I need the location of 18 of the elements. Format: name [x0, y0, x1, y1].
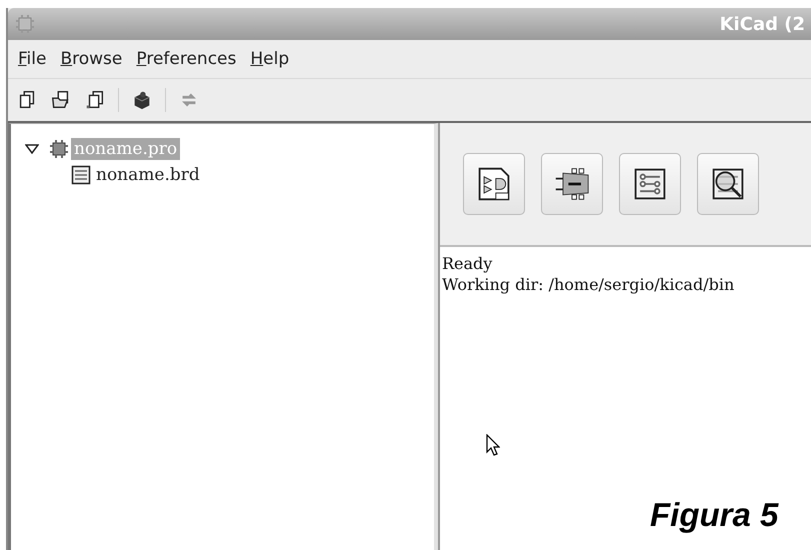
board-icon[interactable]	[619, 153, 681, 215]
chip-icon	[49, 139, 69, 159]
tree-item[interactable]: noname.brd	[93, 164, 203, 186]
window-title: KiCad (2	[720, 14, 805, 34]
log-line: Working dir: /home/sergio/kicad/bin	[442, 274, 736, 295]
chip-icon	[14, 13, 36, 35]
schematic-icon[interactable]	[463, 153, 525, 215]
component-icon[interactable]	[541, 153, 603, 215]
board-icon	[71, 165, 91, 185]
figure-caption: Figura 5	[650, 496, 778, 534]
magnifier-icon[interactable]	[697, 153, 759, 215]
cursor-icon	[486, 434, 500, 456]
pages-icon[interactable]	[84, 89, 106, 111]
menu-item[interactable]: Help	[244, 47, 296, 71]
log-line: Ready	[442, 253, 494, 274]
menu-item[interactable]: Browse	[54, 47, 128, 71]
menu-item[interactable]: Preferences	[130, 47, 242, 71]
menu-item[interactable]: File	[12, 47, 52, 71]
